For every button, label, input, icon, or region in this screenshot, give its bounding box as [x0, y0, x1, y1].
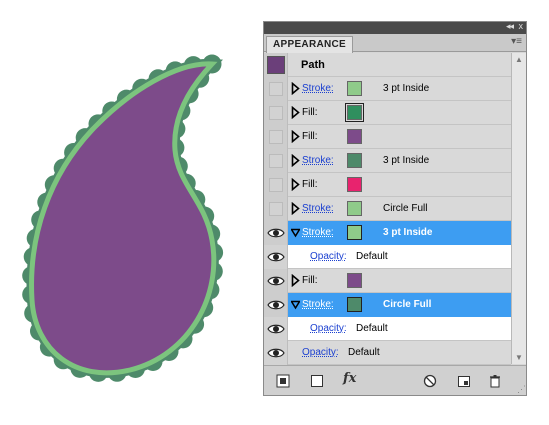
duplicate-item-icon[interactable]	[457, 374, 471, 388]
visibility-toggle-off[interactable]	[264, 197, 288, 221]
color-swatch[interactable]	[347, 273, 362, 288]
path-thumbnail	[267, 56, 285, 74]
stroke-label[interactable]: Stroke:	[302, 83, 334, 94]
visibility-empty-box[interactable]	[269, 130, 283, 144]
visibility-eye-icon[interactable]	[264, 293, 288, 317]
fill-row[interactable]: Fill:	[264, 269, 511, 293]
add-new-fill-icon[interactable]	[310, 374, 324, 388]
visibility-toggle-off[interactable]	[264, 101, 288, 125]
stroke-value: 3 pt Inside	[383, 227, 433, 238]
stroke-row[interactable]: Stroke: 3 pt Inside	[264, 77, 511, 101]
fill-label: Fill:	[302, 275, 318, 286]
visibility-eye-icon[interactable]	[264, 221, 288, 245]
opacity-value: Default	[356, 323, 388, 334]
panel-footer: fx ⋰	[264, 365, 526, 395]
color-swatch[interactable]	[347, 297, 362, 312]
visibility-toggle-off[interactable]	[264, 149, 288, 173]
scroll-up-arrow-icon[interactable]: ▲	[515, 55, 523, 64]
add-effect-icon[interactable]: fx	[343, 371, 365, 386]
opacity-value: Default	[356, 251, 388, 262]
fill-label: Fill:	[302, 107, 318, 118]
delete-item-icon[interactable]	[488, 374, 502, 388]
visibility-empty-box[interactable]	[269, 106, 283, 120]
scroll-down-arrow-icon[interactable]: ▼	[515, 353, 523, 362]
opacity-row[interactable]: Opacity: Default	[264, 341, 511, 365]
collapse-panel-icon[interactable]: ◂◂	[506, 21, 514, 32]
object-type-label: Path	[301, 59, 325, 71]
visibility-empty-box[interactable]	[269, 202, 283, 216]
stroke-value: 3 pt Inside	[383, 83, 430, 94]
stroke-label[interactable]: Stroke:	[302, 227, 334, 238]
close-panel-icon[interactable]: x	[519, 21, 524, 31]
visibility-empty-box[interactable]	[269, 178, 283, 192]
stroke-value: 3 pt Inside	[383, 155, 430, 166]
color-swatch[interactable]	[347, 201, 362, 216]
visibility-empty-box[interactable]	[269, 154, 283, 168]
clear-appearance-icon[interactable]	[423, 374, 437, 388]
stroke-row[interactable]: Stroke: Circle Full	[264, 293, 511, 317]
opacity-value: Default	[348, 347, 380, 358]
stroke-row[interactable]: Stroke: 3 pt Inside	[264, 221, 511, 245]
stroke-value: Circle Full	[383, 299, 432, 310]
tab-appearance[interactable]: APPEARANCE	[266, 36, 354, 53]
color-swatch[interactable]	[347, 177, 362, 192]
stroke-label[interactable]: Stroke:	[302, 299, 334, 310]
visibility-toggle-off[interactable]	[264, 173, 288, 197]
fill-row[interactable]: Fill:	[264, 101, 511, 125]
scrollbar[interactable]: ▲ ▼	[511, 53, 526, 364]
visibility-eye-icon[interactable]	[264, 341, 288, 365]
panel-menu-icon[interactable]: ▾≡	[511, 36, 522, 47]
color-swatch[interactable]	[347, 153, 362, 168]
path-thumbnail-cell	[264, 53, 288, 77]
stroke-row[interactable]: Stroke: 3 pt Inside	[264, 149, 511, 173]
color-swatch[interactable]	[347, 81, 362, 96]
stroke-label[interactable]: Stroke:	[302, 203, 334, 214]
visibility-eye-icon[interactable]	[264, 269, 288, 293]
visibility-toggle-off[interactable]	[264, 77, 288, 101]
fill-label: Fill:	[302, 179, 318, 190]
opacity-link[interactable]: Opacity:	[310, 251, 347, 262]
appearance-list: Path Stroke: 3 pt Inside Fill: Fill: Stroke:…	[264, 53, 511, 365]
opacity-link[interactable]: Opacity:	[302, 347, 339, 358]
opacity-row[interactable]: Opacity: Default	[264, 245, 511, 269]
color-swatch[interactable]	[345, 103, 364, 122]
resize-grip-icon[interactable]: ⋰	[517, 384, 526, 395]
fill-row[interactable]: Fill:	[264, 125, 511, 149]
visibility-empty-box[interactable]	[269, 82, 283, 96]
tab-appearance-label: APPEARANCE	[273, 39, 347, 50]
opacity-row[interactable]: Opacity: Default	[264, 317, 511, 341]
color-swatch[interactable]	[347, 225, 362, 240]
visibility-eye-icon[interactable]	[264, 245, 288, 269]
stroke-label[interactable]: Stroke:	[302, 155, 334, 166]
stroke-value: Circle Full	[383, 203, 428, 214]
color-swatch[interactable]	[347, 129, 362, 144]
opacity-link[interactable]: Opacity:	[310, 323, 347, 334]
panel-title-strip[interactable]: ◂◂ x	[264, 21, 526, 34]
paisley-artwork	[22, 54, 224, 382]
fill-row[interactable]: Fill:	[264, 173, 511, 197]
visibility-eye-icon[interactable]	[264, 317, 288, 341]
appearance-panel: ◂◂ x APPEARANCE ▾≡ Path Stroke: 3 pt Insi…	[263, 21, 527, 396]
panel-tab-bar: APPEARANCE ▾≡	[264, 34, 526, 53]
fill-label: Fill:	[302, 131, 318, 142]
stroke-row[interactable]: Stroke: Circle Full	[264, 197, 511, 221]
visibility-toggle-off[interactable]	[264, 125, 288, 149]
add-new-stroke-icon[interactable]	[276, 374, 290, 388]
path-row[interactable]: Path	[264, 53, 511, 77]
